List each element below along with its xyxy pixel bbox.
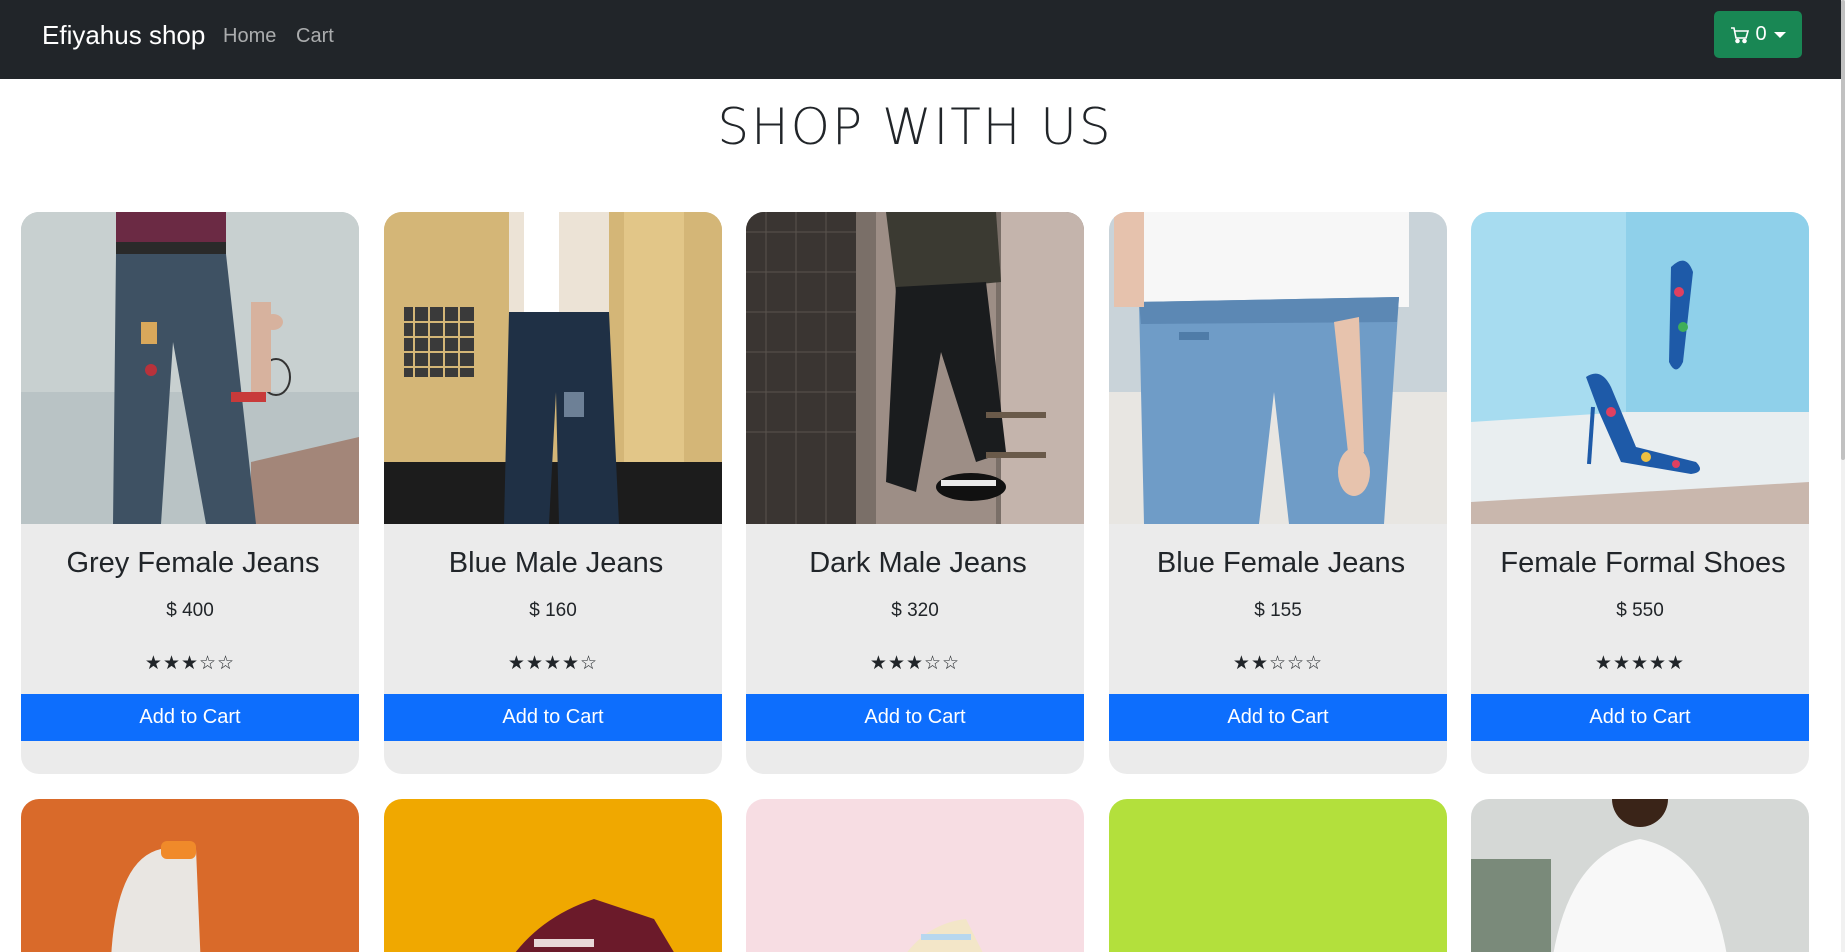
- product-title: Blue Female Jeans: [1156, 547, 1406, 579]
- product-card: [1471, 799, 1809, 952]
- product-price: $ 320: [891, 600, 939, 621]
- product-title: Dark Male Jeans: [809, 547, 1027, 579]
- cart-icon: [1731, 26, 1750, 43]
- add-to-cart-button[interactable]: Add to Cart: [746, 694, 1084, 741]
- product-price: $ 400: [166, 600, 214, 621]
- star-rating: ★★☆☆☆: [1232, 652, 1324, 674]
- add-to-cart-button[interactable]: Add to Cart: [1109, 694, 1447, 741]
- product-price: $ 155: [1254, 600, 1302, 621]
- star-rating: ★★★★★: [1594, 652, 1686, 674]
- product-image[interactable]: [384, 799, 722, 952]
- page-title: SHOP WITH US: [717, 98, 1113, 156]
- star-rating: ★★★★☆: [507, 652, 599, 674]
- product-image[interactable]: [1109, 212, 1447, 524]
- product-card: Grey Female Jeans $ 400 ★★★☆☆ Add to Car…: [21, 212, 359, 774]
- star-rating: ★★★☆☆: [144, 652, 236, 674]
- product-image[interactable]: [1109, 799, 1447, 952]
- product-card: [746, 799, 1084, 952]
- product-title: Blue Male Jeans: [448, 547, 664, 579]
- cart-dropdown-button[interactable]: 0: [1714, 11, 1802, 58]
- product-card: [21, 799, 359, 952]
- add-to-cart-button[interactable]: Add to Cart: [21, 694, 359, 741]
- scrollbar-thumb[interactable]: [1841, 0, 1845, 460]
- chevron-down-icon: [1773, 31, 1786, 38]
- add-to-cart-button[interactable]: Add to Cart: [384, 694, 722, 741]
- scrollbar[interactable]: [1841, 0, 1845, 952]
- product-price: $ 160: [529, 600, 577, 621]
- brand-logo[interactable]: Efiyahus shop: [42, 19, 205, 51]
- product-image[interactable]: [384, 212, 722, 524]
- product-card: Blue Male Jeans $ 160 ★★★★☆ Add to Cart: [384, 212, 722, 774]
- product-image[interactable]: [21, 212, 359, 524]
- product-price: $ 550: [1616, 600, 1664, 621]
- nav-link-cart[interactable]: Cart: [296, 24, 334, 48]
- product-image[interactable]: [746, 212, 1084, 524]
- product-card: Blue Female Jeans $ 155 ★★☆☆☆ Add to Car…: [1109, 212, 1447, 774]
- product-title: Grey Female Jeans: [66, 547, 320, 579]
- nav-link-home[interactable]: Home: [223, 24, 276, 48]
- product-card: Female Formal Shoes $ 550 ★★★★★ Add to C…: [1471, 212, 1809, 774]
- navbar: Efiyahus shop Home Cart 0: [0, 0, 1845, 79]
- product-image[interactable]: [1471, 799, 1809, 952]
- cart-count: 0: [1755, 23, 1767, 45]
- product-image[interactable]: [21, 799, 359, 952]
- star-rating: ★★★☆☆: [869, 652, 961, 674]
- product-card: Dark Male Jeans $ 320 ★★★☆☆ Add to Cart: [746, 212, 1084, 774]
- product-card: [384, 799, 722, 952]
- product-image[interactable]: [1471, 212, 1809, 524]
- product-card: [1109, 799, 1447, 952]
- product-image[interactable]: [746, 799, 1084, 952]
- add-to-cart-button[interactable]: Add to Cart: [1471, 694, 1809, 741]
- product-title: Female Formal Shoes: [1500, 547, 1786, 579]
